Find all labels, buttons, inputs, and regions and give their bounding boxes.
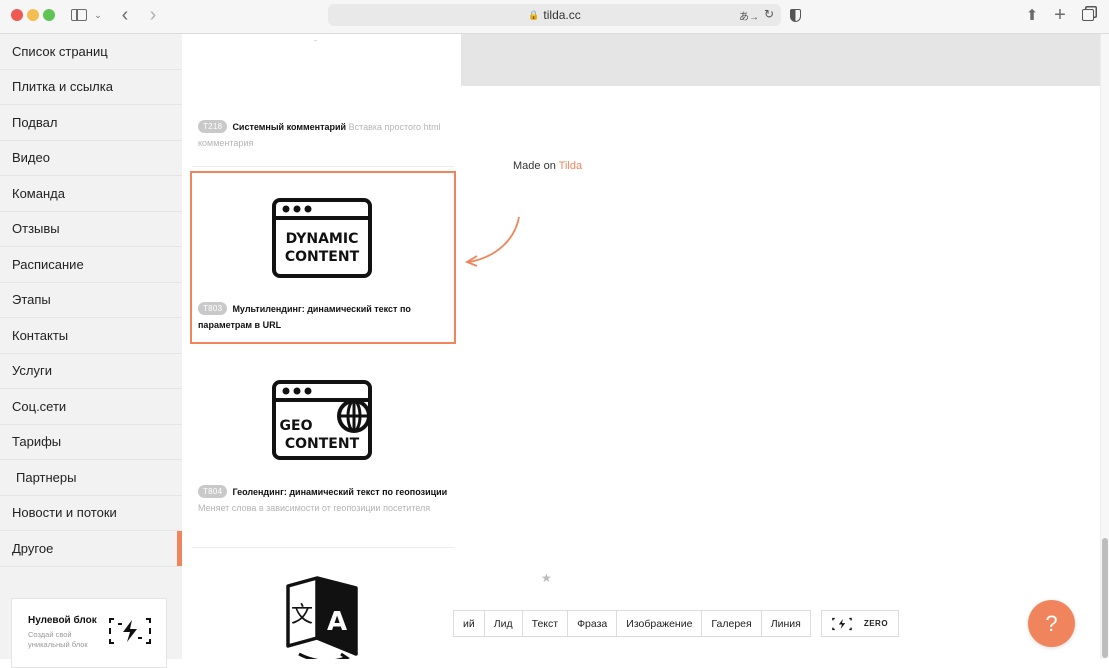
add-block-toolbar: ий Лид Текст Фраза Изображение Галерея Л…	[453, 610, 900, 637]
shield-icon[interactable]	[788, 5, 802, 25]
page-preview: Made on Tilda ★ ий Лид Текст Фраза Изобр…	[453, 34, 1100, 659]
sidebar-item-partners[interactable]: Партнеры	[0, 460, 182, 496]
star-icon: ★	[541, 571, 552, 585]
toolbar-button-line[interactable]: Линия	[761, 610, 811, 637]
sidebar-item-steps[interactable]: Этапы	[0, 283, 182, 318]
zero-block-icon	[109, 618, 151, 644]
help-button[interactable]: ?	[1028, 600, 1075, 647]
share-icon[interactable]: ⬆	[1024, 5, 1040, 25]
block-card-t804[interactable]: T804 Геолендинг: динамический текст по ге…	[198, 484, 448, 516]
zero-block-button[interactable]: ZERO	[820, 610, 900, 637]
block-name: Системный комментарий	[232, 122, 347, 132]
zero-block-description: Создай свой уникальный блок	[28, 630, 88, 649]
category-sidebar: Список страниц Плитка и ссылка Подвал Ви…	[0, 34, 182, 668]
sidebar-item-video[interactable]: Видео	[0, 141, 182, 176]
scrollbar-thumb[interactable]	[1102, 538, 1108, 658]
block-library-panel: — T218 Системный комментарий Вставка прос…	[182, 34, 461, 659]
block-code-badge: T804	[198, 485, 228, 498]
zero-button-label: ZERO	[863, 619, 889, 628]
chevron-down-icon[interactable]: ⌄	[93, 5, 103, 25]
svg-text:A: A	[327, 607, 347, 637]
close-window-button[interactable]	[11, 9, 23, 21]
forward-icon[interactable]: ›	[145, 4, 161, 26]
block-card-t803[interactable]: T803 Мультилендинг: динамический текст по…	[198, 301, 448, 333]
made-on-tilda-label: Made on Tilda	[513, 160, 582, 172]
translate-icon[interactable]: あ→	[739, 8, 759, 23]
plus-icon[interactable]: +	[1052, 4, 1068, 26]
zero-lightning-icon	[832, 617, 852, 630]
toolbar-button-image[interactable]: Изображение	[617, 610, 703, 637]
sidebar-item-contacts[interactable]: Контакты	[0, 318, 182, 354]
sidebar-item-services[interactable]: Услуги	[0, 354, 182, 389]
toolbar-button-text[interactable]: Текст	[522, 610, 569, 637]
sidebar-item-tiles-link[interactable]: Плитка и ссылка	[0, 70, 182, 105]
minimize-window-button[interactable]	[27, 9, 39, 21]
svg-text:文: 文	[291, 603, 313, 628]
made-on-brand-link[interactable]: Tilda	[559, 160, 582, 172]
page-scrollbar[interactable]	[1100, 34, 1109, 659]
sidebar-item-schedule[interactable]: Расписание	[0, 247, 182, 283]
block-code-badge: T803	[198, 302, 228, 315]
toolbar-button-cover[interactable]: ий	[453, 610, 485, 637]
dynamic-content-icon[interactable]: DYNAMIC CONTENT	[272, 198, 372, 278]
toolbar-button-gallery[interactable]: Галерея	[702, 610, 762, 637]
sidebar-item-team[interactable]: Команда	[0, 176, 182, 212]
sidebar-toggle-icon[interactable]	[70, 5, 88, 25]
toolbar-button-phrase[interactable]: Фраза	[568, 610, 618, 637]
dynamic-icon-line-2: CONTENT	[285, 249, 360, 265]
preview-block-placeholder	[461, 34, 1100, 86]
dynamic-icon-line-1: DYNAMIC	[286, 231, 359, 247]
browser-toolbar: ⌄ ‹ › 🔒 tilda.cc あ→ ↻ ⬆ +	[0, 0, 1109, 34]
block-name: Геолендинг: динамический текст по геопоз…	[232, 487, 448, 497]
toolbar-button-lead[interactable]: Лид	[484, 610, 523, 637]
sidebar-item-other[interactable]: Другое	[0, 531, 182, 567]
sidebar-item-social[interactable]: Соц.сети	[0, 389, 182, 425]
block-card-t218[interactable]: T218 Системный комментарий Вставка просто…	[198, 119, 448, 151]
url-text: tilda.cc	[543, 8, 581, 22]
sidebar-item-pricing[interactable]: Тарифы	[0, 425, 182, 460]
geo-content-icon[interactable]: GEO CONTENT	[272, 380, 372, 460]
zoom-window-button[interactable]	[43, 9, 55, 21]
block-hint: Меняет слова в зависимости от геопозиции…	[198, 503, 431, 513]
zero-block-title: Нулевой блок	[28, 615, 97, 626]
back-icon[interactable]: ‹	[117, 4, 133, 26]
annotation-arrow-icon	[464, 216, 520, 267]
block-code-badge: T218	[198, 120, 228, 133]
lock-icon: 🔒	[528, 9, 540, 20]
category-list: Список страниц Плитка и ссылка Подвал Ви…	[0, 34, 182, 567]
sidebar-item-reviews[interactable]: Отзывы	[0, 212, 182, 247]
preview-thumbnail-caption: —	[314, 38, 317, 42]
translate-book-icon[interactable]: 文 A	[285, 574, 359, 659]
made-on-prefix: Made on	[513, 160, 556, 172]
sidebar-item-footer[interactable]: Подвал	[0, 105, 182, 141]
divider	[192, 166, 454, 167]
block-name: Мультилендинг: динамический текст по пар…	[198, 304, 411, 330]
address-bar[interactable]: 🔒 tilda.cc あ→ ↻	[328, 4, 781, 26]
tabs-icon[interactable]	[1080, 5, 1096, 25]
divider	[192, 547, 454, 548]
reload-icon[interactable]: ↻	[764, 7, 774, 21]
zero-block-card[interactable]: Нулевой блок Создай свой уникальный блок	[11, 598, 167, 668]
geo-icon-line-2: CONTENT	[285, 436, 360, 452]
sidebar-item-news[interactable]: Новости и потоки	[0, 496, 182, 531]
sidebar-item-pages-list[interactable]: Список страниц	[0, 34, 182, 70]
geo-icon-line-1: GEO	[280, 418, 313, 434]
